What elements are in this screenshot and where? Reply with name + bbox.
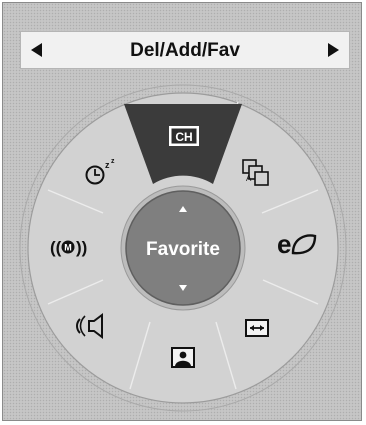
favorite-label: Favorite [146,239,220,260]
svg-text:((: (( [50,238,62,257]
ch-icon-label: CH [175,130,192,144]
svg-text:z: z [111,158,115,165]
quick-wheel: CH A e (( M )) z z Favorite [19,84,347,412]
svg-text:A: A [246,174,252,183]
svg-text:M: M [64,243,72,253]
svg-text:e: e [277,229,291,259]
svg-text:)): )) [76,238,87,257]
ch-icon[interactable]: CH [169,126,199,146]
svg-text:z: z [105,160,110,170]
picture-mode-icon[interactable] [171,347,195,368]
aspect-ratio-icon[interactable] [245,319,269,337]
favorite-center-button[interactable]: Favorite [120,185,246,311]
